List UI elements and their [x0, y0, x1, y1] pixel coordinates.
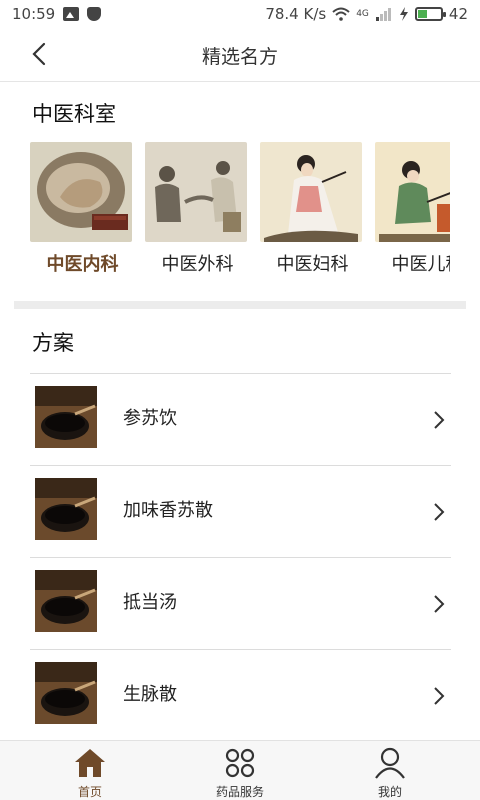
app-screen: 10:59 78.4 K/s 4G 42 精选名方 中医科室 中医内科 中医外科… [0, 0, 480, 800]
plans-title: 方案 [32, 331, 74, 355]
status-time: 10:59 [12, 5, 56, 23]
department-carousel[interactable]: 中医内科 中医外科 中医妇科 中医儿 [30, 142, 450, 277]
chevron-right-icon [434, 503, 445, 521]
plan-label: 参苏饮 [123, 408, 177, 429]
department-internal-medicine[interactable]: 中医内科 [30, 142, 135, 276]
plan-item-sheng-mai-san[interactable]: 生脉散 [30, 649, 451, 741]
user-icon [375, 747, 405, 779]
gallery-notification-icon [63, 7, 80, 21]
department-label: 中医外科 [161, 254, 234, 275]
grid-icon [225, 748, 255, 778]
wifi-icon [332, 7, 350, 21]
plan-label: 生脉散 [123, 684, 177, 705]
medicine-thumbnail [35, 478, 97, 540]
medicine-thumbnail [35, 662, 97, 724]
page-title: 精选名方 [201, 46, 278, 68]
tab-label: 我的 [377, 785, 402, 799]
tab-medicine-services[interactable]: 药品服务 [195, 747, 285, 800]
department-surgery[interactable]: 中医外科 [145, 142, 250, 276]
plan-item-jia-wei-xiang-su-san[interactable]: 加味香苏散 [30, 465, 451, 557]
gynecology-image [260, 142, 362, 242]
signal-icon [375, 8, 391, 21]
department-gynecology[interactable]: 中医妇科 [260, 142, 365, 276]
pediatrics-image [375, 142, 450, 242]
tab-label: 药品服务 [215, 785, 264, 799]
section-divider [14, 301, 466, 309]
medicine-thumbnail [35, 570, 97, 632]
medicine-thumbnail [35, 386, 97, 448]
department-pediatrics[interactable]: 中医儿科 [375, 142, 450, 276]
chevron-right-icon [434, 687, 445, 705]
plan-label: 抵当汤 [123, 592, 177, 613]
network-type: 4G [356, 9, 369, 19]
network-speed: 78.4 K/s [265, 5, 327, 23]
tab-label: 首页 [77, 785, 102, 799]
chevron-right-icon [434, 411, 445, 429]
plan-item-di-dang-tang[interactable]: 抵当汤 [30, 557, 451, 649]
charging-icon [399, 7, 408, 21]
chevron-right-icon [434, 595, 445, 613]
status-bar: 10:59 78.4 K/s 4G 42 [0, 0, 480, 28]
tab-profile[interactable]: 我的 [345, 747, 435, 800]
plan-item-shen-su-yin[interactable]: 参苏饮 [30, 373, 451, 465]
departments-title: 中医科室 [32, 102, 116, 126]
home-icon [75, 749, 105, 777]
department-label: 中医妇科 [276, 254, 349, 275]
surgery-image [145, 142, 247, 242]
top-header: 精选名方 [0, 28, 480, 82]
internal-medicine-image [30, 142, 132, 242]
shield-notification-icon [87, 7, 102, 21]
department-label: 中医儿科 [391, 254, 451, 275]
bottom-tab-bar: 首页 药品服务 我的 [0, 740, 480, 800]
plan-label: 加味香苏散 [123, 500, 213, 521]
tab-home[interactable]: 首页 [45, 747, 135, 800]
battery-percent: 42 [448, 5, 468, 23]
department-label: 中医内科 [46, 254, 119, 275]
battery-icon [414, 7, 446, 21]
